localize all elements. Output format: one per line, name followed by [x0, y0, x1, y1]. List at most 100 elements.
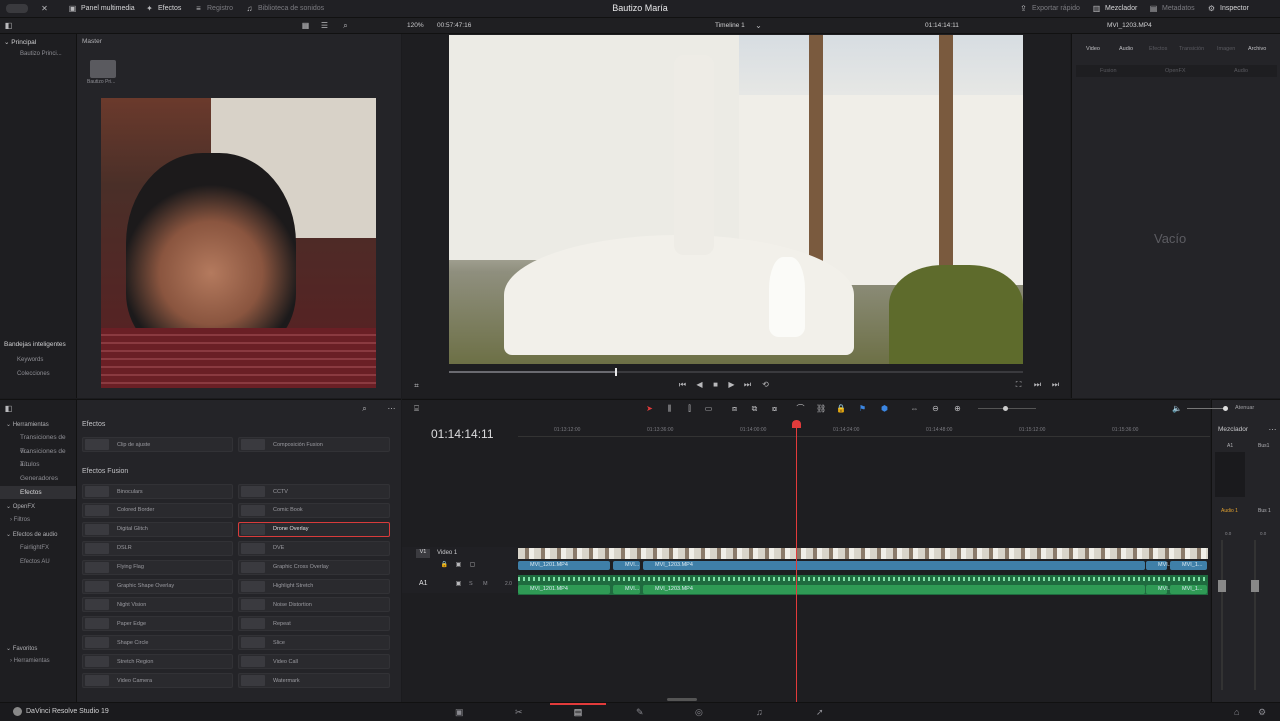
effect-graphic-shape-overlay[interactable]: Graphic Shape Overlay	[82, 578, 233, 594]
more-options-icon[interactable]: ⋯	[387, 404, 396, 413]
marker-icon[interactable]: ⬢	[880, 404, 889, 413]
snapping-icon[interactable]: ⌒	[796, 404, 805, 413]
bin-item[interactable]: Bautizo Princi...	[20, 51, 62, 57]
auto-select-icon[interactable]: ▣	[454, 580, 463, 589]
stop-icon[interactable]: ■	[711, 380, 720, 389]
mixer-fader-1[interactable]	[1218, 540, 1226, 690]
tree-audio-fx[interactable]: ⌄ Efectos de audio	[6, 531, 57, 538]
audio-clip[interactable]: MVI_1201.MP4	[518, 585, 610, 594]
fullscreen-icon[interactable]: ⛶	[1014, 380, 1023, 389]
timeline-options-icon[interactable]: ⌸	[412, 404, 421, 413]
mixer-button[interactable]: ▥ Mezclador	[1092, 4, 1138, 13]
sound-library-button[interactable]: ♫ Biblioteca de sonidos	[245, 4, 325, 13]
subtab-fusion[interactable]: Fusion	[1100, 68, 1117, 74]
insert-clip-icon[interactable]: ⧈	[730, 404, 739, 413]
effect-video-call[interactable]: Video Call	[238, 654, 390, 670]
inspector-tab-image[interactable]: Imagen	[1217, 46, 1235, 52]
v1-label[interactable]: V1	[416, 549, 430, 558]
auto-select-icon[interactable]: ▣	[454, 561, 463, 570]
metadata-button[interactable]: ▤ Metadatos	[1149, 4, 1195, 13]
effect-video-camera[interactable]: Video Camera	[82, 673, 233, 688]
playhead[interactable]	[792, 420, 801, 703]
inspector-tab-file[interactable]: Archivo	[1248, 46, 1266, 52]
effect-repeat[interactable]: Repeat	[238, 616, 390, 632]
tree-item-au-effects[interactable]: Efectos AU	[20, 559, 50, 565]
quick-export-button[interactable]: ⇪ Exportar rápido	[1019, 4, 1080, 13]
effect-shape-circle[interactable]: Shape Circle	[82, 635, 233, 651]
index-button[interactable]: ≡ Registro	[194, 4, 233, 13]
edit-page-button[interactable]: ▤	[550, 703, 606, 721]
video-clip[interactable]: MVI...	[613, 561, 640, 570]
visibility-icon[interactable]: ▢	[468, 561, 477, 570]
lock-track-icon[interactable]: 🔒	[440, 561, 449, 570]
tree-item-audio-transitions[interactable]: Transiciones de a...	[0, 445, 76, 469]
audio-clip[interactable]: MVI_1203.MP4	[643, 585, 1145, 594]
zoom-slider[interactable]	[978, 406, 1036, 411]
dynamic-trim-icon[interactable]: ⫿	[685, 404, 694, 413]
effect-dve[interactable]: DVE	[238, 540, 390, 556]
deliver-page-icon[interactable]: ➚	[816, 707, 824, 718]
fairlight-page-icon[interactable]: ♫	[756, 707, 763, 717]
lock-icon[interactable]: 🔒	[836, 404, 846, 413]
effect-digital-glitch[interactable]: Digital Glitch	[82, 521, 233, 537]
video-clip[interactable]: MVI_1201.MP4	[518, 561, 610, 570]
inspector-tab-transition[interactable]: Transición	[1179, 46, 1204, 52]
tree-favorites[interactable]: ⌄ Favoritos	[6, 645, 37, 652]
effect-highlight-stretch[interactable]: Highlight Stretch	[238, 578, 390, 594]
smart-bin-keywords[interactable]: Keywords	[17, 357, 43, 363]
tree-item-effects[interactable]: Efectos	[0, 485, 76, 500]
tree-openfx[interactable]: ⌄ OpenFX	[6, 503, 35, 510]
more-options-icon[interactable]: ⋯	[1268, 425, 1277, 434]
audio-clip[interactable]: MVI...	[1146, 585, 1172, 594]
bin-root[interactable]: ⌄ Principal	[4, 38, 36, 46]
master-volume-handle[interactable]	[1223, 406, 1228, 411]
media-page-icon[interactable]: ▣	[455, 707, 464, 718]
attenuate-button[interactable]: Atenuar	[1235, 405, 1254, 411]
viewer-frame[interactable]	[449, 35, 1023, 364]
tree-item-favorites-tools[interactable]: › Herramientas	[10, 658, 50, 664]
chevron-down-icon[interactable]: ⌄	[754, 21, 763, 30]
list-view-icon[interactable]: ☰	[320, 21, 329, 30]
timeline-selector[interactable]: Timeline 1	[715, 22, 745, 29]
flag-icon[interactable]: ⚑	[858, 404, 867, 413]
trim-tool-icon[interactable]: ⫼	[665, 404, 674, 413]
fader-handle[interactable]	[1251, 580, 1259, 592]
video-clip[interactable]: MVI_1...	[1170, 561, 1207, 570]
effect-colored-border[interactable]: Colored Border	[82, 502, 233, 518]
link-icon[interactable]: ⛓	[816, 404, 826, 413]
zoom-fit-icon[interactable]: ⇔	[910, 404, 919, 413]
effect-binoculars[interactable]: Binoculars	[82, 484, 233, 499]
fusion-page-icon[interactable]: ✎	[636, 707, 644, 718]
media-pool-button[interactable]: ▣ Panel multimedia	[68, 4, 135, 13]
effect-comic-book[interactable]: Comic Book	[238, 502, 390, 518]
jump-to-end-icon[interactable]: ⏭	[743, 380, 752, 389]
color-page-icon[interactable]: ◎	[695, 707, 703, 718]
video-clip[interactable]: MVI_1203.MP4	[643, 561, 1145, 570]
search-icon[interactable]: ⌕	[341, 21, 350, 30]
home-icon[interactable]: ⌂	[1234, 707, 1239, 717]
sidebar-toggle-icon[interactable]: ◧	[4, 21, 13, 30]
replace-clip-icon[interactable]: ⧇	[770, 404, 779, 413]
cut-page-icon[interactable]: ✂	[515, 707, 523, 718]
playback-scrubber[interactable]	[449, 368, 1023, 376]
effect-adjustment-clip[interactable]: Clip de ajuste	[82, 437, 233, 452]
zoom-slider-handle[interactable]	[1003, 406, 1008, 411]
folder-icon[interactable]	[90, 60, 116, 78]
subtab-openfx[interactable]: OpenFX	[1165, 68, 1185, 74]
panel-toggle-icon[interactable]: ◧	[4, 404, 13, 413]
audio-clip[interactable]: MVI...	[613, 585, 640, 594]
play-reverse-icon[interactable]: ◀	[695, 380, 704, 389]
smart-bin-collections[interactable]: Colecciones	[17, 371, 50, 377]
effect-slice[interactable]: Slice	[238, 635, 390, 651]
next-clip-icon[interactable]: ⏭	[1033, 380, 1042, 389]
tree-item-generators[interactable]: Generadores	[0, 472, 76, 486]
inspector-tab-effects[interactable]: Efectos	[1149, 46, 1167, 52]
tree-item-fairlightfx[interactable]: FairlightFX	[20, 545, 49, 551]
zoom-in-icon[interactable]: ⊕	[953, 404, 962, 413]
close-icon[interactable]: ✕	[40, 4, 49, 13]
subtab-audio[interactable]: Audio	[1234, 68, 1248, 74]
effects-button[interactable]: ✦ Efectos	[145, 4, 181, 13]
effect-drone-overlay[interactable]: Drone Overlay	[238, 521, 390, 537]
effect-night-vision[interactable]: Night Vision	[82, 597, 233, 613]
a1-label[interactable]: A1	[419, 580, 428, 587]
